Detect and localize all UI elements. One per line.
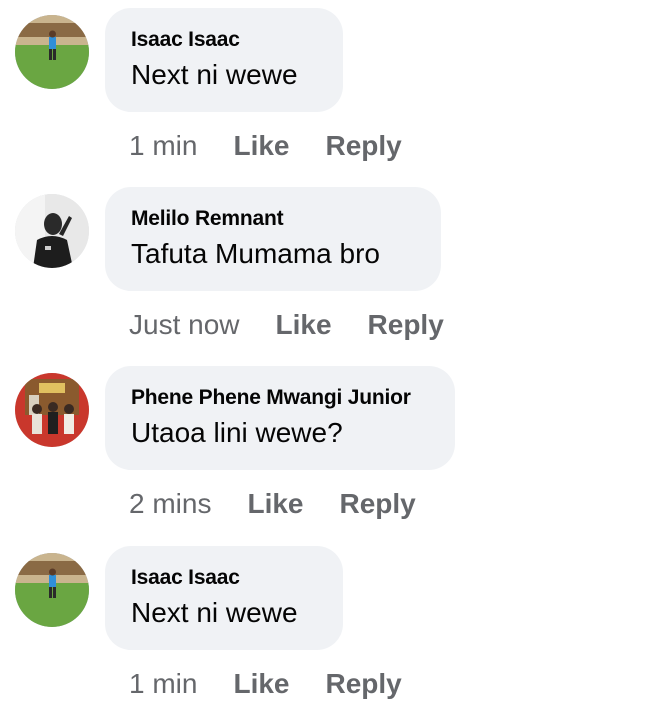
- avatar[interactable]: [15, 553, 89, 627]
- comment-timestamp[interactable]: 2 mins: [129, 488, 211, 520]
- comment-actions: Just now Like Reply: [129, 305, 480, 345]
- comment-text: Next ni wewe: [131, 597, 298, 628]
- comment-actions: 1 min Like Reply: [129, 664, 438, 704]
- like-button[interactable]: Like: [276, 309, 332, 341]
- comment-text: Next ni wewe: [131, 59, 298, 90]
- like-button[interactable]: Like: [233, 130, 289, 162]
- comment-author[interactable]: Melilo Remnant: [131, 207, 284, 231]
- comment-item: Melilo Remnant Tafuta Mumama bro Just no…: [0, 187, 672, 357]
- comment-bubble: Melilo Remnant Tafuta Mumama bro: [105, 187, 441, 291]
- comment-item: Isaac Isaac Next ni wewe 1 min Like Repl…: [0, 546, 672, 716]
- reply-button[interactable]: Reply: [326, 130, 402, 162]
- reply-button[interactable]: Reply: [368, 309, 444, 341]
- comment-timestamp[interactable]: 1 min: [129, 130, 197, 162]
- comment-author[interactable]: Phene Phene Mwangi Junior: [131, 386, 411, 410]
- comment-thread: Isaac Isaac Next ni wewe 1 min Like Repl…: [0, 0, 672, 723]
- comment-text: Tafuta Mumama bro: [131, 238, 380, 269]
- comment-bubble: Isaac Isaac Next ni wewe: [105, 8, 343, 112]
- comment-item: Phene Phene Mwangi Junior Utaoa lini wew…: [0, 366, 672, 536]
- comment-author[interactable]: Isaac Isaac: [131, 28, 240, 52]
- comment-author[interactable]: Isaac Isaac: [131, 566, 240, 590]
- comment-item: Isaac Isaac Next ni wewe 1 min Like Repl…: [0, 8, 672, 178]
- reply-button[interactable]: Reply: [326, 668, 402, 700]
- comment-bubble: Isaac Isaac Next ni wewe: [105, 546, 343, 650]
- comment-timestamp[interactable]: 1 min: [129, 668, 197, 700]
- comment-bubble: Phene Phene Mwangi Junior Utaoa lini wew…: [105, 366, 455, 470]
- avatar[interactable]: [15, 194, 89, 268]
- avatar[interactable]: [15, 15, 89, 89]
- like-button[interactable]: Like: [247, 488, 303, 520]
- comment-text: Utaoa lini wewe?: [131, 417, 343, 448]
- reply-button[interactable]: Reply: [340, 488, 416, 520]
- comment-actions: 2 mins Like Reply: [129, 484, 452, 524]
- avatar[interactable]: [15, 373, 89, 447]
- comment-actions: 1 min Like Reply: [129, 126, 438, 166]
- comment-timestamp[interactable]: Just now: [129, 309, 240, 341]
- like-button[interactable]: Like: [233, 668, 289, 700]
